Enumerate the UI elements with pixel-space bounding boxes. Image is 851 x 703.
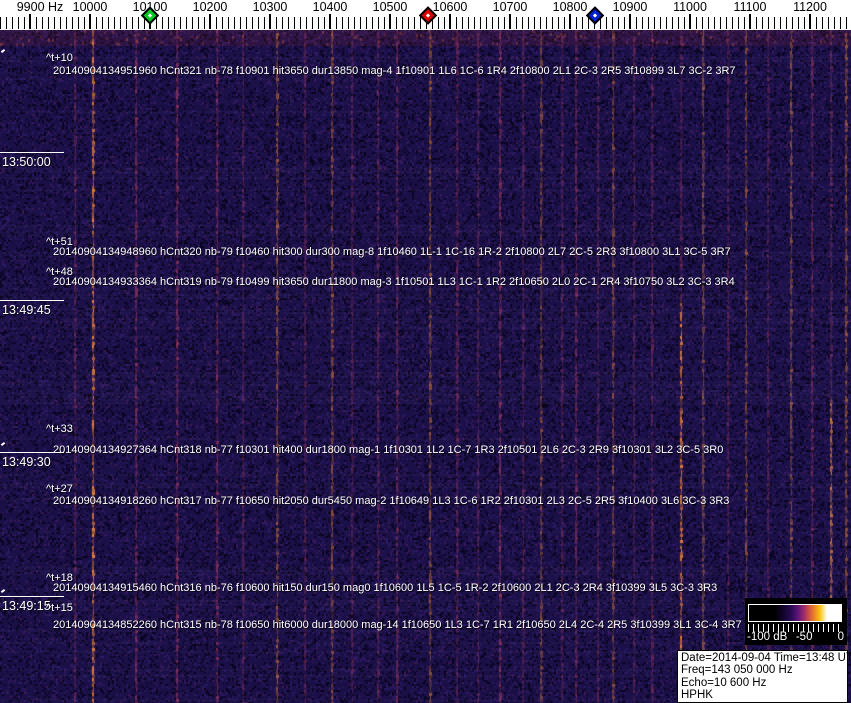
- info-line: Freq=143 050 000 Hz: [681, 664, 793, 677]
- frequency-ruler[interactable]: 9900 Hz100001010010200103001040010500106…: [0, 0, 851, 30]
- freq-tick-label: 10600: [432, 0, 468, 14]
- time-tick-line: [0, 152, 64, 153]
- time-tick-line: [0, 300, 64, 301]
- freq-tick-label: 9900 Hz: [16, 0, 64, 14]
- detection-tag: ^t+15: [46, 602, 73, 614]
- detection-tag: ^t+10: [46, 52, 73, 64]
- freq-tick-label: 11100: [733, 0, 767, 14]
- colorbar-labels: -100 dB -50 0: [745, 631, 847, 644]
- freq-tick-label: 10900: [612, 0, 648, 14]
- time-label: 13:49:45: [2, 303, 51, 317]
- colorbar-label-min: -100 dB: [747, 631, 788, 643]
- freq-tick-label: 10000: [72, 0, 108, 14]
- freq-tick-label: 10700: [492, 0, 528, 14]
- colorbar-label-mid: -50: [795, 631, 813, 643]
- meteor-spectrogram-app: 9900 Hz100001010010200103001040010500106…: [0, 0, 851, 703]
- colorbar-gradient: [748, 604, 842, 622]
- colorbar-panel: -100 dB -50 0: [745, 598, 847, 645]
- time-label: 13:50:00: [2, 155, 51, 169]
- freq-tick-label: 11200: [793, 0, 827, 14]
- freq-tick-label: 10400: [312, 0, 348, 14]
- time-label: 13:49:30: [2, 455, 51, 469]
- info-line: HPHK: [681, 689, 713, 702]
- spectrogram-canvas[interactable]: [0, 30, 851, 703]
- colorbar-label-max: 0: [837, 631, 844, 643]
- freq-tick-label: 10800: [552, 0, 588, 14]
- time-tick-line: [0, 596, 64, 597]
- freq-tick-label: 10500: [372, 0, 408, 14]
- detection-detail: 20140904134927364 hCnt318 nb-77 f10301 h…: [53, 444, 724, 456]
- freq-tick-label: 10200: [192, 0, 228, 14]
- detection-detail: 20140904134951960 hCnt321 nb-78 f10901 h…: [53, 65, 736, 77]
- time-label: 13:49:15: [2, 599, 51, 613]
- detection-detail: 20140904134918260 hCnt317 nb-77 f10650 h…: [53, 495, 730, 507]
- freq-tick-label: 10300: [252, 0, 288, 14]
- freq-tick-label: 11000: [673, 0, 707, 14]
- info-line: Echo=10 600 Hz: [681, 676, 767, 689]
- detection-tag: ^t+33: [46, 423, 73, 435]
- detection-detail: 20140904134852260 hCnt315 nb-78 f10650 h…: [53, 619, 742, 631]
- detection-detail: 20140904134933364 hCnt319 nb-79 f10499 h…: [53, 276, 735, 288]
- detection-detail: 20140904134948960 hCnt320 nb-79 f10460 h…: [53, 246, 731, 258]
- detection-detail: 20140904134915460 hCnt316 nb-76 f10600 h…: [53, 582, 718, 594]
- info-line: Date=2014-09-04 Time=13:48 UTC: [681, 652, 851, 664]
- detection-tag: ^t+27: [46, 483, 73, 495]
- observation-info-box: Date=2014-09-04 Time=13:48 UTC Freq=143 0…: [677, 650, 851, 703]
